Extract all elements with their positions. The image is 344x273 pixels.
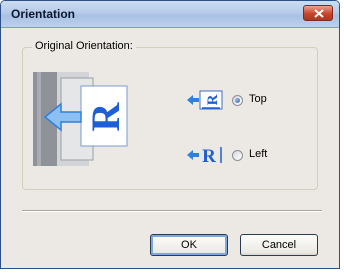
separator: [22, 210, 322, 212]
svg-text:R: R: [83, 101, 128, 131]
close-icon: [314, 9, 324, 18]
ok-button[interactable]: OK: [150, 234, 228, 256]
svg-text:R: R: [205, 94, 221, 105]
radio-top[interactable]: [232, 95, 243, 106]
close-button[interactable]: [303, 5, 333, 21]
radio-selected-dot: [235, 98, 240, 103]
radio-top-label: Top: [249, 93, 267, 105]
cancel-button[interactable]: Cancel: [240, 234, 318, 256]
portrait-arrow-icon: R: [187, 90, 223, 110]
orientation-preview-image: R: [33, 72, 128, 166]
group-label: Original Orientation:: [32, 40, 136, 52]
svg-text:R: R: [202, 146, 216, 166]
radio-left[interactable]: [232, 150, 243, 161]
dialog-title: Orientation: [11, 7, 76, 21]
title-bar: Orientation: [1, 1, 339, 28]
landscape-arrow-icon: R: [187, 146, 222, 166]
radio-left-label: Left: [249, 148, 268, 160]
